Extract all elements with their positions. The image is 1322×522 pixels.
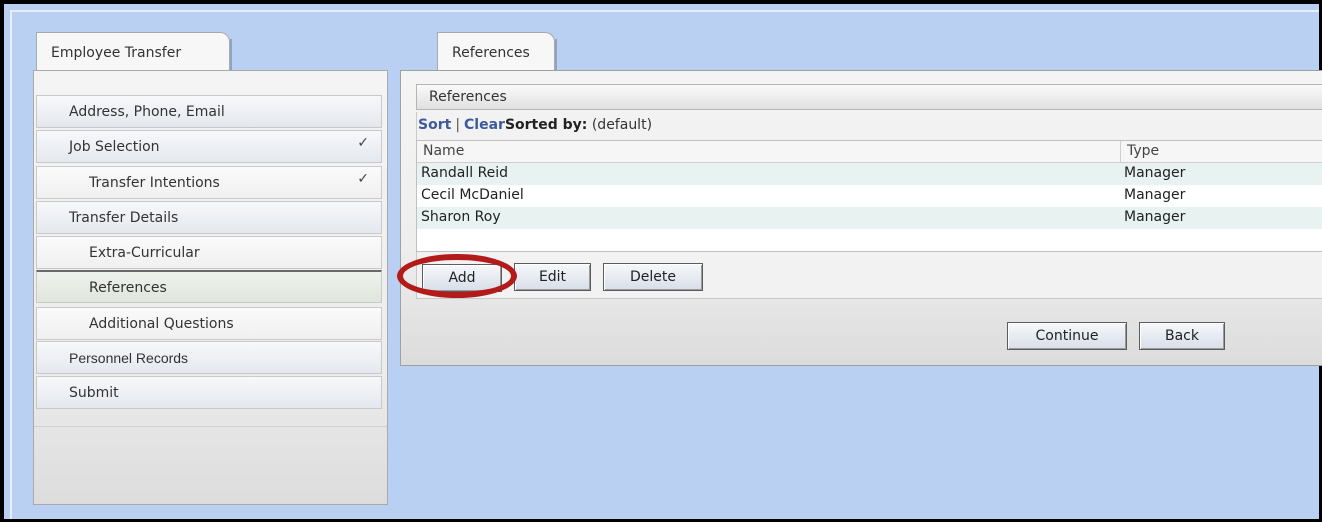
nav-item-label: Submit	[69, 385, 119, 401]
sort-separator: |	[455, 117, 461, 133]
tab-employee-transfer-label: Employee Transfer	[51, 45, 182, 61]
references-table: Name Type Randall Reid Manager Cecil McD…	[416, 140, 1322, 252]
nav-item-transfer-intentions[interactable]: Transfer Intentions ✓	[36, 166, 382, 199]
column-header-name[interactable]: Name	[423, 143, 464, 159]
table-row[interactable]: Randall Reid Manager	[417, 163, 1322, 185]
checkmark-icon: ✓	[357, 171, 369, 187]
nav-item-label: Additional Questions	[89, 316, 234, 332]
nav-item-label: Personnel Records	[69, 350, 189, 366]
nav-item-additional-questions[interactable]: Additional Questions	[36, 307, 382, 340]
cell-name: Randall Reid	[421, 165, 509, 181]
nav-item-personnel-records[interactable]: Personnel Records	[36, 341, 382, 374]
sort-link[interactable]: Sort	[418, 117, 451, 133]
section-title: References	[429, 89, 507, 105]
sort-bar: Sort | ClearSorted by: (default)	[418, 117, 652, 137]
table-row[interactable]: Sharon Roy Manager	[417, 207, 1322, 229]
clear-link[interactable]: Clear	[464, 117, 505, 133]
nav-item-label: Transfer Details	[69, 210, 179, 226]
divider	[34, 426, 387, 427]
table-row[interactable]: Cecil McDaniel Manager	[417, 185, 1322, 207]
column-header-type[interactable]: Type	[1127, 143, 1159, 159]
nav-panel: Address, Phone, Email Job Selection ✓ Tr…	[33, 70, 388, 505]
sorted-by-label: Sorted by:	[504, 117, 588, 133]
nav-item-transfer-details[interactable]: Transfer Details	[36, 201, 382, 234]
table-header: Name Type	[417, 141, 1322, 163]
column-divider	[1120, 141, 1121, 162]
nav-item-submit[interactable]: Submit	[36, 376, 382, 409]
cell-type: Manager	[1124, 187, 1186, 203]
nav-item-label: Transfer Intentions	[89, 175, 220, 191]
sorted-by-value: (default)	[591, 117, 653, 133]
nav-item-label: Address, Phone, Email	[69, 104, 225, 120]
cell-type: Manager	[1124, 209, 1186, 225]
nav-item-label: References	[89, 280, 167, 296]
nav-item-label: Extra-Curricular	[89, 245, 200, 261]
nav-item-job-selection[interactable]: Job Selection ✓	[36, 130, 382, 163]
checkmark-icon: ✓	[357, 135, 369, 151]
add-button[interactable]: Add	[422, 264, 502, 292]
nav-item-label: Job Selection	[69, 139, 160, 155]
tab-references-label: References	[452, 45, 530, 61]
nav-item-address-phone-email[interactable]: Address, Phone, Email	[36, 95, 382, 128]
section-header: References	[416, 84, 1322, 110]
cell-type: Manager	[1124, 165, 1186, 181]
back-button[interactable]: Back	[1139, 322, 1225, 350]
delete-button[interactable]: Delete	[603, 263, 703, 291]
nav-item-extra-curricular[interactable]: Extra-Curricular	[36, 236, 382, 269]
continue-button[interactable]: Continue	[1007, 322, 1127, 350]
edit-button[interactable]: Edit	[514, 263, 591, 291]
cell-name: Cecil McDaniel	[421, 187, 524, 203]
nav-item-references[interactable]: References	[36, 270, 382, 303]
tab-employee-transfer[interactable]: Employee Transfer	[36, 32, 232, 71]
cell-name: Sharon Roy	[421, 209, 501, 225]
tab-references[interactable]: References	[437, 32, 557, 71]
